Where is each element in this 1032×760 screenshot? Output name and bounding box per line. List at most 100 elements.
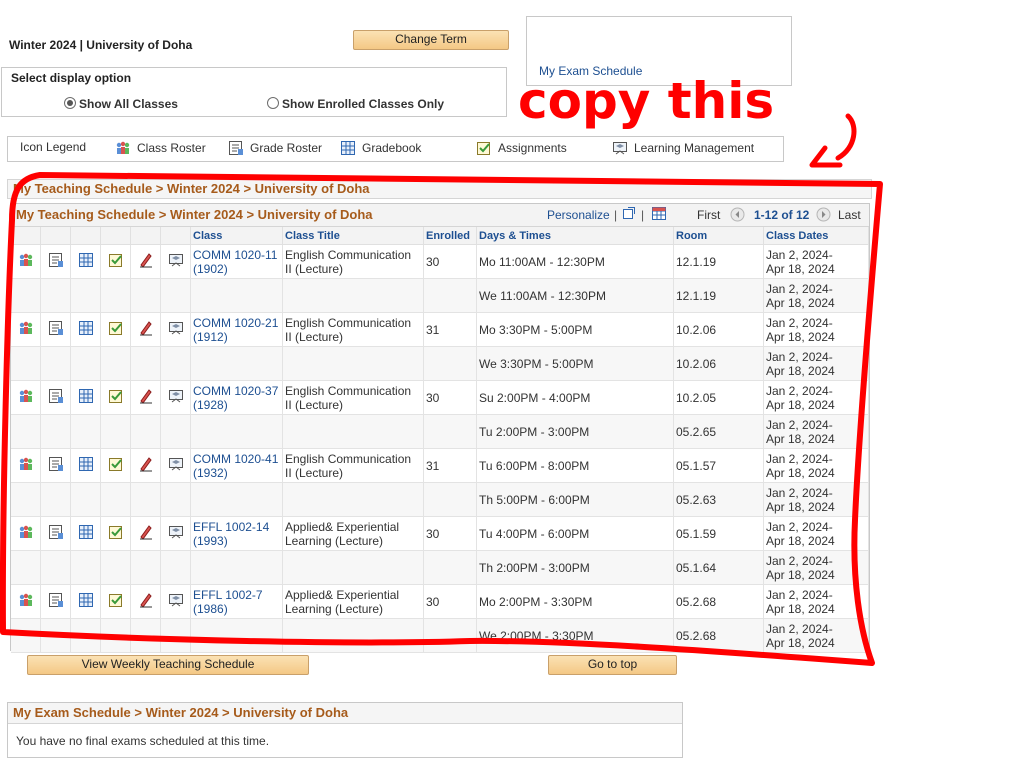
assignments-icon[interactable] — [108, 390, 124, 407]
column-header-class-dates[interactable]: Class Dates — [763, 227, 869, 245]
icon-cell — [100, 346, 131, 381]
go-to-top-button[interactable]: Go to top — [548, 655, 677, 675]
class-code-link[interactable]: COMM 1020-11 — [193, 248, 277, 262]
icon-cell — [11, 380, 41, 415]
class-title-cell: English Communication II (Lecture) — [282, 244, 424, 279]
icon-cell — [130, 278, 161, 313]
grade-roster-icon[interactable] — [48, 593, 64, 611]
class-number-link[interactable]: (1912) — [193, 330, 228, 344]
pencil-icon[interactable] — [138, 389, 154, 407]
column-header-enrolled[interactable]: Enrolled — [423, 227, 477, 245]
class-dates-cell: Jan 2, 2024- Apr 18, 2024 — [763, 346, 869, 381]
gradebook-icon[interactable] — [78, 525, 94, 543]
grade-roster-icon[interactable] — [48, 253, 64, 271]
class-code-link[interactable]: COMM 1020-41 — [193, 452, 278, 466]
class-dates-end: Apr 18, 2024 — [766, 635, 835, 650]
last-link[interactable]: Last — [838, 208, 861, 222]
next-arrow-icon[interactable] — [816, 207, 831, 225]
class-number-link[interactable]: (1928) — [193, 398, 228, 412]
show-all-radio[interactable] — [64, 97, 76, 109]
pencil-icon[interactable] — [138, 253, 154, 271]
column-header-room[interactable]: Room — [673, 227, 764, 245]
icon-cell — [70, 516, 101, 551]
class-dates-start: Jan 2, 2024- — [766, 349, 833, 364]
gradebook-icon[interactable] — [78, 389, 94, 407]
class-roster-icon[interactable] — [18, 457, 34, 475]
icon-cell — [11, 312, 41, 347]
schedule-table: Class Class Title Enrolled Days & Times … — [11, 227, 869, 653]
class-number-link[interactable]: (1932) — [193, 466, 228, 480]
days-times-cell: Su 2:00PM - 4:00PM — [476, 380, 674, 415]
class-roster-icon[interactable] — [18, 593, 34, 611]
column-header-days-times[interactable]: Days & Times — [476, 227, 674, 245]
class-title-line-2: II (Lecture) — [285, 261, 344, 276]
legend-class-roster: Class Roster — [115, 140, 206, 156]
first-link[interactable]: First — [697, 208, 720, 222]
column-header-class[interactable]: Class — [190, 227, 283, 245]
class-code-link[interactable]: COMM 1020-37 — [193, 384, 278, 398]
class-number-link[interactable]: (1902) — [193, 262, 228, 276]
room-cell: 05.1.64 — [673, 550, 764, 585]
assignments-icon[interactable] — [108, 322, 124, 339]
assignments-icon[interactable] — [108, 458, 124, 475]
icon-cell — [160, 482, 191, 517]
assignments-icon[interactable] — [108, 526, 124, 543]
my-exam-schedule-link[interactable]: My Exam Schedule — [539, 64, 642, 78]
previous-arrow-icon[interactable] — [730, 207, 745, 225]
show-enrolled-radio[interactable] — [267, 97, 279, 109]
class-number-link[interactable]: (1986) — [193, 602, 228, 616]
class-roster-icon[interactable] — [18, 389, 34, 407]
grade-roster-icon[interactable] — [48, 389, 64, 407]
download-icon[interactable] — [651, 206, 667, 224]
days-times-cell: Th 2:00PM - 3:00PM — [476, 550, 674, 585]
icon-col-4 — [100, 227, 131, 245]
show-all-classes-option[interactable]: Show All Classes — [64, 97, 178, 111]
class-roster-icon[interactable] — [18, 253, 34, 271]
learning-management-icon[interactable] — [168, 458, 184, 475]
class-code-link[interactable]: EFFL 1002-14 — [193, 520, 269, 534]
gradebook-icon[interactable] — [78, 457, 94, 475]
learning-management-icon[interactable] — [168, 526, 184, 543]
icon-cell — [130, 312, 161, 347]
class-dates-end: Apr 18, 2024 — [766, 329, 835, 344]
gradebook-icon[interactable] — [78, 593, 94, 611]
class-dates-end: Apr 18, 2024 — [766, 397, 835, 412]
assignments-icon[interactable] — [108, 254, 124, 271]
icon-cell — [130, 550, 161, 585]
zoom-icon[interactable] — [622, 206, 636, 223]
learning-management-icon[interactable] — [168, 322, 184, 339]
class-dates-cell: Jan 2, 2024- Apr 18, 2024 — [763, 380, 869, 415]
class-cell: COMM 1020-11 (1902) — [190, 244, 283, 279]
learning-management-icon[interactable] — [168, 594, 184, 611]
class-title-line-1: Applied& Experiential — [285, 587, 400, 602]
grade-roster-icon[interactable] — [48, 457, 64, 475]
view-weekly-schedule-button[interactable]: View Weekly Teaching Schedule — [27, 655, 309, 675]
pencil-icon[interactable] — [138, 593, 154, 611]
days-times-cell: Mo 3:30PM - 5:00PM — [476, 312, 674, 347]
pencil-icon[interactable] — [138, 321, 154, 339]
class-roster-icon[interactable] — [18, 321, 34, 339]
icon-legend-title: Icon Legend — [20, 140, 86, 154]
change-term-button[interactable]: Change Term — [353, 30, 509, 50]
legend-gradebook: Gradebook — [340, 140, 421, 156]
class-roster-icon[interactable] — [18, 525, 34, 543]
gradebook-icon[interactable] — [78, 321, 94, 339]
show-enrolled-classes-option[interactable]: Show Enrolled Classes Only — [267, 97, 444, 111]
enrolled-cell — [423, 482, 477, 517]
grade-roster-icon[interactable] — [48, 321, 64, 339]
class-code-link[interactable]: EFFL 1002-7 — [193, 588, 263, 602]
legend-label: Grade Roster — [250, 141, 323, 155]
learning-management-icon[interactable] — [168, 390, 184, 407]
pencil-icon[interactable] — [138, 457, 154, 475]
learning-management-icon[interactable] — [168, 254, 184, 271]
class-number-link[interactable]: (1993) — [193, 534, 228, 548]
column-header-class-title[interactable]: Class Title — [282, 227, 424, 245]
personalize-link[interactable]: Personalize — [547, 208, 610, 222]
class-code-link[interactable]: COMM 1020-21 — [193, 316, 278, 330]
grade-roster-icon[interactable] — [48, 525, 64, 543]
pencil-icon[interactable] — [138, 525, 154, 543]
gradebook-icon[interactable] — [78, 253, 94, 271]
class-cell — [190, 550, 283, 585]
class-dates-cell: Jan 2, 2024- Apr 18, 2024 — [763, 516, 869, 551]
assignments-icon[interactable] — [108, 594, 124, 611]
